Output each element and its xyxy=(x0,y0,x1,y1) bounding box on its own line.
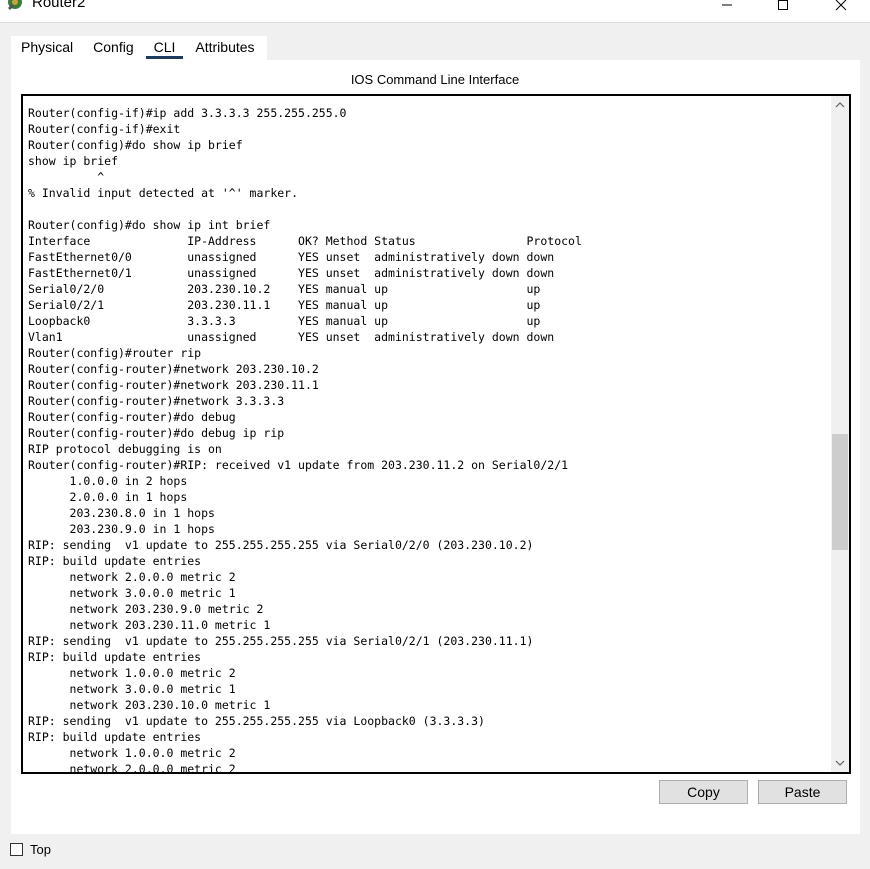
cli-heading: IOS Command Line Interface xyxy=(350,72,520,87)
paste-button[interactable]: Paste xyxy=(758,780,847,804)
scroll-down-button[interactable] xyxy=(831,754,849,772)
tab-attributes[interactable]: Attributes xyxy=(185,36,265,60)
minimize-button[interactable] xyxy=(704,0,750,18)
cli-terminal[interactable]: Router(config-if)#ip add 3.3.3.3 255.255… xyxy=(21,94,851,774)
scroll-up-button[interactable] xyxy=(831,96,849,114)
close-icon xyxy=(835,0,847,11)
title-bar: Router2 xyxy=(0,0,870,23)
copy-button[interactable]: Copy xyxy=(659,780,748,804)
top-checkbox[interactable] xyxy=(10,843,23,856)
tab-label: Config xyxy=(93,39,134,55)
chevron-down-icon xyxy=(835,760,845,766)
router-app-icon xyxy=(6,0,26,12)
close-button[interactable] xyxy=(818,0,864,18)
tab-label: CLI xyxy=(153,39,176,55)
chevron-up-icon xyxy=(835,102,845,108)
window-title: Router2 xyxy=(32,0,86,11)
terminal-output[interactable]: Router(config-if)#ip add 3.3.3.3 255.255… xyxy=(28,105,582,772)
tab-label: Attributes xyxy=(195,39,255,55)
scroll-thumb[interactable] xyxy=(832,434,848,550)
tab-config[interactable]: Config xyxy=(83,36,144,60)
tab-cli[interactable]: CLI xyxy=(143,36,186,60)
maximize-icon xyxy=(778,0,788,10)
tab-bar: Physical Config CLI Attributes xyxy=(11,36,265,60)
maximize-button[interactable] xyxy=(760,0,806,18)
top-option[interactable]: Top xyxy=(10,842,51,857)
tab-label: Physical xyxy=(21,39,74,55)
minimize-icon xyxy=(722,4,732,6)
vertical-scrollbar[interactable] xyxy=(831,96,849,772)
top-label: Top xyxy=(30,842,51,857)
active-tab-indicator xyxy=(145,56,184,59)
tab-physical[interactable]: Physical xyxy=(11,36,84,60)
